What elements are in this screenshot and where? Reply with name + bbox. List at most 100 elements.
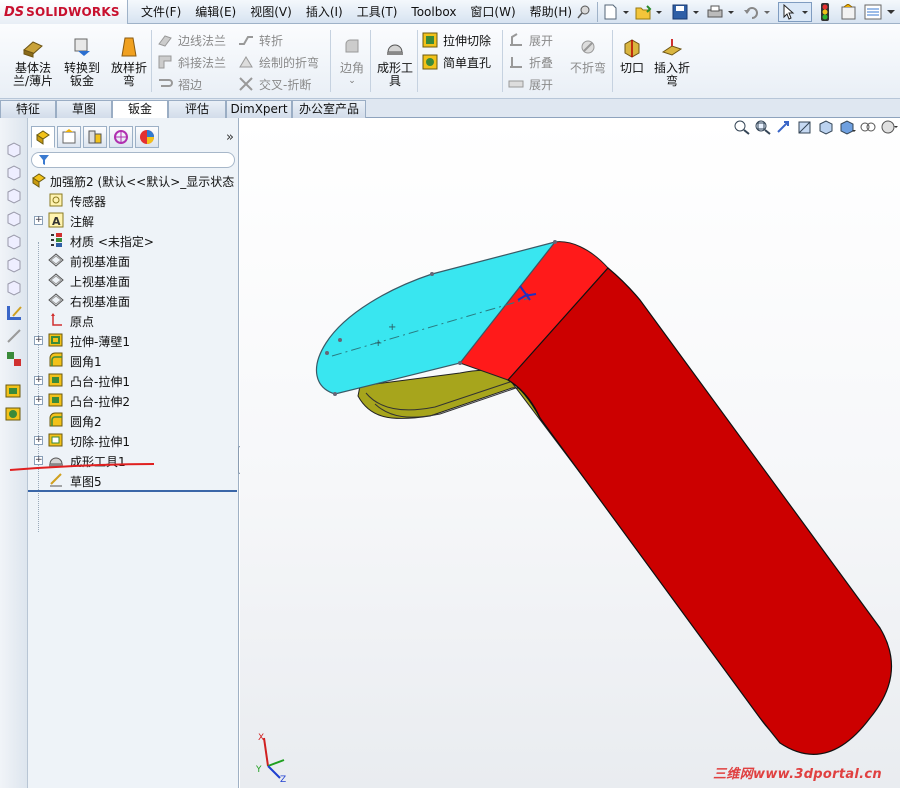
tree-item[interactable]: 上视基准面 xyxy=(28,270,239,290)
tab-sheet-metal[interactable]: 钣金 xyxy=(112,100,168,119)
lofted-bend-button[interactable]: 放样折 弯 xyxy=(105,36,153,88)
tab-dimxpert[interactable]: DimXpert xyxy=(226,100,292,118)
forming-tool-button[interactable]: 成形工 具 xyxy=(371,36,419,88)
tab-features[interactable]: 特征 xyxy=(0,100,56,118)
tree-item[interactable]: + 拉伸-薄壁1 xyxy=(28,330,239,350)
tree-item[interactable]: + 切除-拉伸1 xyxy=(28,430,239,450)
tree-item[interactable]: 圆角1 xyxy=(28,350,239,370)
fold-button[interactable]: 折叠 xyxy=(508,52,553,72)
tree-item[interactable]: + A 注解 xyxy=(28,210,239,230)
pushpin-icon[interactable] xyxy=(574,2,594,22)
dimxpert-manager-tab[interactable] xyxy=(109,126,133,148)
origin-icon xyxy=(51,313,62,326)
tree-root-part[interactable]: 加强筋2 (默认<<默认>_显示状态 xyxy=(28,170,239,190)
file-properties-icon[interactable] xyxy=(838,2,860,22)
tree-item[interactable]: + 凸台-拉伸2 xyxy=(28,390,239,410)
menu-insert[interactable]: 插入(I) xyxy=(299,0,350,24)
solidworks-window: DS SOLIDWORKS 文件(F) 编辑(E) 视图(V) 插入(I) 工具… xyxy=(0,0,900,788)
cut-feature-icon[interactable] xyxy=(5,405,23,423)
sheet-metal-part-model[interactable]: + + xyxy=(240,118,900,788)
tree-item[interactable]: 圆角2 xyxy=(28,410,239,430)
print-icon[interactable] xyxy=(706,2,736,22)
menu-tools[interactable]: 工具(T) xyxy=(350,0,405,24)
sketched-bend-button[interactable]: 绘制的折弯 xyxy=(238,52,319,72)
extruded-cut-button[interactable]: 拉伸切除 xyxy=(422,30,491,50)
tab-evaluate[interactable]: 评估 xyxy=(168,100,226,118)
menu-help[interactable]: 帮助(H) xyxy=(523,0,579,24)
property-manager-tab[interactable] xyxy=(57,126,81,148)
undo-icon[interactable] xyxy=(742,2,772,22)
part-flange-face xyxy=(507,267,893,756)
cube-view-icon[interactable] xyxy=(5,278,23,296)
cube-view-icon[interactable] xyxy=(5,163,23,181)
display-manager-tab[interactable] xyxy=(135,126,159,148)
cross-break-button[interactable]: 交叉-折断 xyxy=(238,74,311,94)
menu-edit[interactable]: 编辑(E) xyxy=(188,0,243,24)
tree-item[interactable]: 材质 <未指定> xyxy=(28,230,239,250)
options-icon[interactable] xyxy=(862,2,884,22)
tree-item[interactable]: 传感器 xyxy=(28,190,239,210)
tree-item-label: 材质 <未指定> xyxy=(70,235,154,249)
tree-expand-toggle[interactable]: + xyxy=(34,336,43,345)
graphics-area[interactable]: + + X Y Z 三维网www.3dportal.cn xyxy=(240,118,900,788)
extrude-feature-icon[interactable] xyxy=(5,382,23,400)
corners-button[interactable]: 边角 ⌄ xyxy=(328,36,376,88)
boss-extrude-icon xyxy=(48,373,63,387)
no-bends-button[interactable]: 不折弯 xyxy=(564,36,612,75)
insert-bends-button[interactable]: 插入折 弯 xyxy=(648,36,696,88)
tree-expand-toggle[interactable]: + xyxy=(34,436,43,445)
open-folder-icon[interactable] xyxy=(634,2,664,22)
simple-hole-label: 简单直孔 xyxy=(443,55,492,70)
tree-item[interactable]: + 凸台-拉伸1 xyxy=(28,370,239,390)
menu-view[interactable]: 视图(V) xyxy=(243,0,299,24)
feature-tree-tab[interactable] xyxy=(31,126,55,148)
miter-flange-icon xyxy=(158,55,172,69)
flatten-button[interactable]: 展开 xyxy=(508,74,553,94)
tree-expand-toggle[interactable]: + xyxy=(34,396,43,405)
edge-flange-button[interactable]: 边线法兰 xyxy=(157,30,226,50)
tab-office-products[interactable]: 办公室产品 xyxy=(292,100,366,118)
simple-hole-icon xyxy=(422,54,438,70)
cube-view-icon[interactable] xyxy=(5,232,23,250)
expand-panel-icon[interactable]: » xyxy=(226,130,234,145)
rebuild-icon[interactable] xyxy=(816,2,834,22)
new-document-icon[interactable] xyxy=(601,2,631,22)
tree-item[interactable]: 前视基准面 xyxy=(28,250,239,270)
solidworks-logo[interactable]: DS SOLIDWORKS xyxy=(0,0,128,24)
vertex-point xyxy=(325,351,329,355)
logo-ds-mark: DS xyxy=(4,4,25,20)
tree-expand-toggle[interactable]: + xyxy=(34,216,43,225)
cube-view-icon[interactable] xyxy=(5,186,23,204)
smart-dimension-icon[interactable] xyxy=(5,327,23,345)
menu-file[interactable]: 文件(F) xyxy=(134,0,188,24)
base-flange-button[interactable]: 基体法 兰/薄片 xyxy=(9,36,57,88)
unfold-button[interactable]: 展开 xyxy=(508,30,553,50)
simple-hole-button[interactable]: 简单直孔 xyxy=(422,52,491,72)
save-icon[interactable] xyxy=(671,2,701,22)
cube-view-icon[interactable] xyxy=(5,209,23,227)
tree-item[interactable]: 右视基准面 xyxy=(28,290,239,310)
select-cursor-icon[interactable] xyxy=(778,2,812,22)
cube-view-icon[interactable] xyxy=(5,255,23,273)
jog-button[interactable]: 转折 xyxy=(238,30,283,50)
hem-button[interactable]: 褶边 xyxy=(157,74,202,94)
tab-sketch[interactable]: 草图 xyxy=(56,100,112,118)
rollback-bar[interactable] xyxy=(28,490,237,492)
overflow-arrow-icon[interactable] xyxy=(885,2,897,22)
miter-flange-button[interactable]: 斜接法兰 xyxy=(157,52,226,72)
tree-root-label: 加强筋2 (默认<<默认>_显示状态 xyxy=(50,175,235,189)
convert-to-sheet-metal-button[interactable]: 转换到 钣金 xyxy=(58,36,106,88)
command-separator xyxy=(502,30,503,92)
tree-expand-toggle[interactable]: + xyxy=(34,376,43,385)
tree-item[interactable]: 原点 xyxy=(28,310,239,330)
menu-toolbox[interactable]: Toolbox xyxy=(404,0,463,24)
relations-icon[interactable] xyxy=(5,350,23,368)
cube-view-icon[interactable] xyxy=(5,140,23,158)
feature-tree-icon xyxy=(36,130,50,145)
forming-tool-icon xyxy=(387,44,403,55)
menu-window[interactable]: 窗口(W) xyxy=(463,0,522,24)
sketch-pencil-icon[interactable] xyxy=(5,304,23,322)
annotation-icon: A xyxy=(48,212,64,228)
feature-filter-input[interactable] xyxy=(31,152,235,168)
configuration-manager-tab[interactable] xyxy=(83,126,107,148)
